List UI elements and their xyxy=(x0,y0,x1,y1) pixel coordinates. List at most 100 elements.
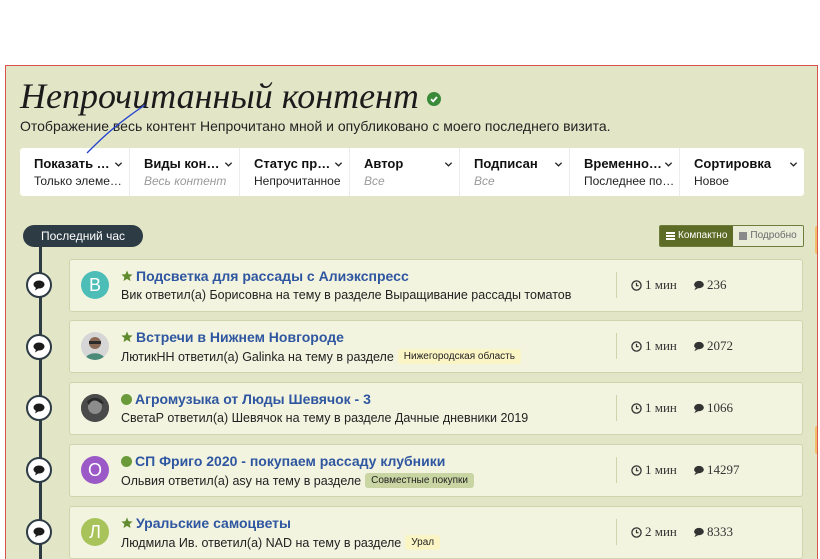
comment-bubble-icon xyxy=(694,403,704,413)
filter-value: Весь контент xyxy=(144,174,227,188)
topic-summary: СветаР ответил(а) Шевячок на тему в разд… xyxy=(121,411,529,425)
filter-sort[interactable]: Сортировка Новое xyxy=(680,148,804,196)
compact-view-label: Компактно xyxy=(678,230,728,241)
clock-icon xyxy=(631,279,642,291)
topic-row[interactable]: Агромузыка от Люды Шевячок - 3 СветаР от… xyxy=(69,382,803,435)
filter-label: Временной период xyxy=(584,156,664,171)
topic-time: 2 мин xyxy=(631,524,677,540)
topic-title-link[interactable]: Подсветка для рассады с Алиэкспресс xyxy=(136,268,409,284)
topic-row[interactable]: Встречи в Нижнем Новгороде ЛютикНН ответ… xyxy=(69,320,803,373)
chevron-down-icon xyxy=(444,162,453,167)
filter-time-period[interactable]: Временной период Последнее посещение xyxy=(570,148,680,196)
divider xyxy=(616,457,617,483)
filter-subscribed[interactable]: Подписан Все xyxy=(460,148,570,196)
topic-replies-count: 8333 xyxy=(707,524,733,539)
avatar[interactable]: Л xyxy=(81,518,109,546)
topic-time: 1 мин xyxy=(631,277,677,293)
chevron-down-icon xyxy=(664,162,673,167)
timeline-marker-icon xyxy=(26,334,52,360)
avatar[interactable]: В xyxy=(81,271,109,299)
square-icon xyxy=(739,232,748,240)
topic-summary: Людмила Ив. ответил(а) NAD на тему в раз… xyxy=(121,535,402,550)
topic-replies: 236 xyxy=(693,277,727,293)
filter-content-types[interactable]: Виды контента Весь контент xyxy=(130,148,240,196)
page-subtitle: Отображение весь контент Непрочитано мно… xyxy=(20,118,611,134)
topic-replies-count: 2072 xyxy=(707,338,733,353)
time-group-label: Последний час xyxy=(23,225,144,247)
detailed-view-button[interactable]: Подробно xyxy=(733,226,803,246)
topic-summary: ЛютикНН ответил(а) Galinka на тему в раз… xyxy=(121,349,394,364)
chevron-down-icon xyxy=(334,162,343,167)
forum-tag[interactable]: Урал xyxy=(405,535,441,550)
comment-bubble-icon xyxy=(694,527,704,537)
filter-value: Непрочитанное xyxy=(254,174,341,188)
clock-icon xyxy=(631,464,642,476)
title-row: Непрочитанный контент xyxy=(20,76,441,116)
content-frame: Непрочитанный контент Отображение весь к… xyxy=(5,65,818,559)
filter-value: Новое xyxy=(694,174,729,188)
person-photo-icon xyxy=(85,337,105,360)
comment-bubble-icon xyxy=(694,280,704,290)
topic-title-link[interactable]: Агромузыка от Люды Шевячок - 3 xyxy=(135,391,371,407)
topic-summary: Вик ответил(а) Борисовна на тему в разде… xyxy=(121,288,572,302)
topic-time-value: 1 мин xyxy=(645,338,677,353)
topic-replies: 8333 xyxy=(693,524,733,540)
topic-time: 1 мин xyxy=(631,400,677,416)
topic-row[interactable]: О СП Фриго 2020 - покупаем рассаду клубн… xyxy=(69,444,803,497)
clock-icon xyxy=(631,402,642,414)
filter-value: Все xyxy=(364,174,385,188)
filter-value: Последнее посещение xyxy=(584,174,678,188)
page-title: Непрочитанный контент xyxy=(20,76,419,116)
avatar[interactable]: О xyxy=(81,456,109,484)
topic-replies: 1066 xyxy=(693,400,733,416)
avatar[interactable] xyxy=(81,394,109,422)
timeline-marker-icon xyxy=(26,519,52,545)
chevron-down-icon xyxy=(789,162,798,167)
topic-replies: 14297 xyxy=(693,462,740,478)
filter-label: Подписан xyxy=(474,156,538,171)
forum-tag[interactable]: Совместные покупки xyxy=(365,473,474,488)
forum-tag[interactable]: Нижегородская область xyxy=(397,349,521,364)
avatar[interactable] xyxy=(81,332,109,360)
topic-time-value: 1 мин xyxy=(645,400,677,415)
side-tab[interactable] xyxy=(815,226,817,254)
topic-replies: 2072 xyxy=(693,338,733,354)
topic-row[interactable]: Л Уральские самоцветы Людмила Ив. ответи… xyxy=(69,506,803,559)
list-icon xyxy=(666,232,675,240)
star-icon xyxy=(121,331,133,342)
comment-bubble-icon xyxy=(694,465,704,475)
topic-title-link[interactable]: Встречи в Нижнем Новгороде xyxy=(136,329,344,345)
clock-icon xyxy=(631,526,642,538)
unread-dot-icon xyxy=(121,455,132,467)
clock-icon xyxy=(631,340,642,352)
topic-time-value: 2 мин xyxy=(645,524,677,539)
verified-check-icon xyxy=(426,92,441,106)
topic-summary: Ольвия ответил(а) asy на тему в разделе xyxy=(121,473,362,488)
view-toggle: Компактно Подробно xyxy=(659,225,804,247)
chevron-down-icon xyxy=(114,162,123,167)
topic-time-value: 1 мин xyxy=(645,277,677,292)
detailed-view-label: Подробно xyxy=(750,230,797,241)
compact-view-button[interactable]: Компактно xyxy=(660,226,734,246)
side-tab[interactable] xyxy=(815,426,817,454)
topic-title-link[interactable]: Уральские самоцветы xyxy=(136,515,291,531)
topic-row[interactable]: В Подсветка для рассады с Алиэкспресс Ви… xyxy=(69,259,803,312)
divider xyxy=(616,519,617,545)
topic-replies-count: 236 xyxy=(707,277,727,292)
star-icon xyxy=(121,270,133,281)
topic-time: 1 мин xyxy=(631,462,677,478)
person-photo-icon xyxy=(81,394,109,422)
filter-label: Виды контента xyxy=(144,156,224,171)
topic-time: 1 мин xyxy=(631,338,677,354)
divider xyxy=(616,333,617,359)
filter-label: Статус прочтения xyxy=(254,156,334,171)
topic-replies-count: 14297 xyxy=(707,462,740,477)
filter-author[interactable]: Автор Все xyxy=(350,148,460,196)
filter-show-items[interactable]: Показать материалы Только элементы xyxy=(20,148,130,196)
topic-title-link[interactable]: СП Фриго 2020 - покупаем рассаду клубник… xyxy=(135,453,445,469)
timeline-marker-icon xyxy=(26,272,52,298)
divider xyxy=(616,395,617,421)
filter-read-status[interactable]: Статус прочтения Непрочитанное xyxy=(240,148,350,196)
topic-replies-count: 1066 xyxy=(707,400,733,415)
filter-label: Сортировка xyxy=(694,156,772,171)
